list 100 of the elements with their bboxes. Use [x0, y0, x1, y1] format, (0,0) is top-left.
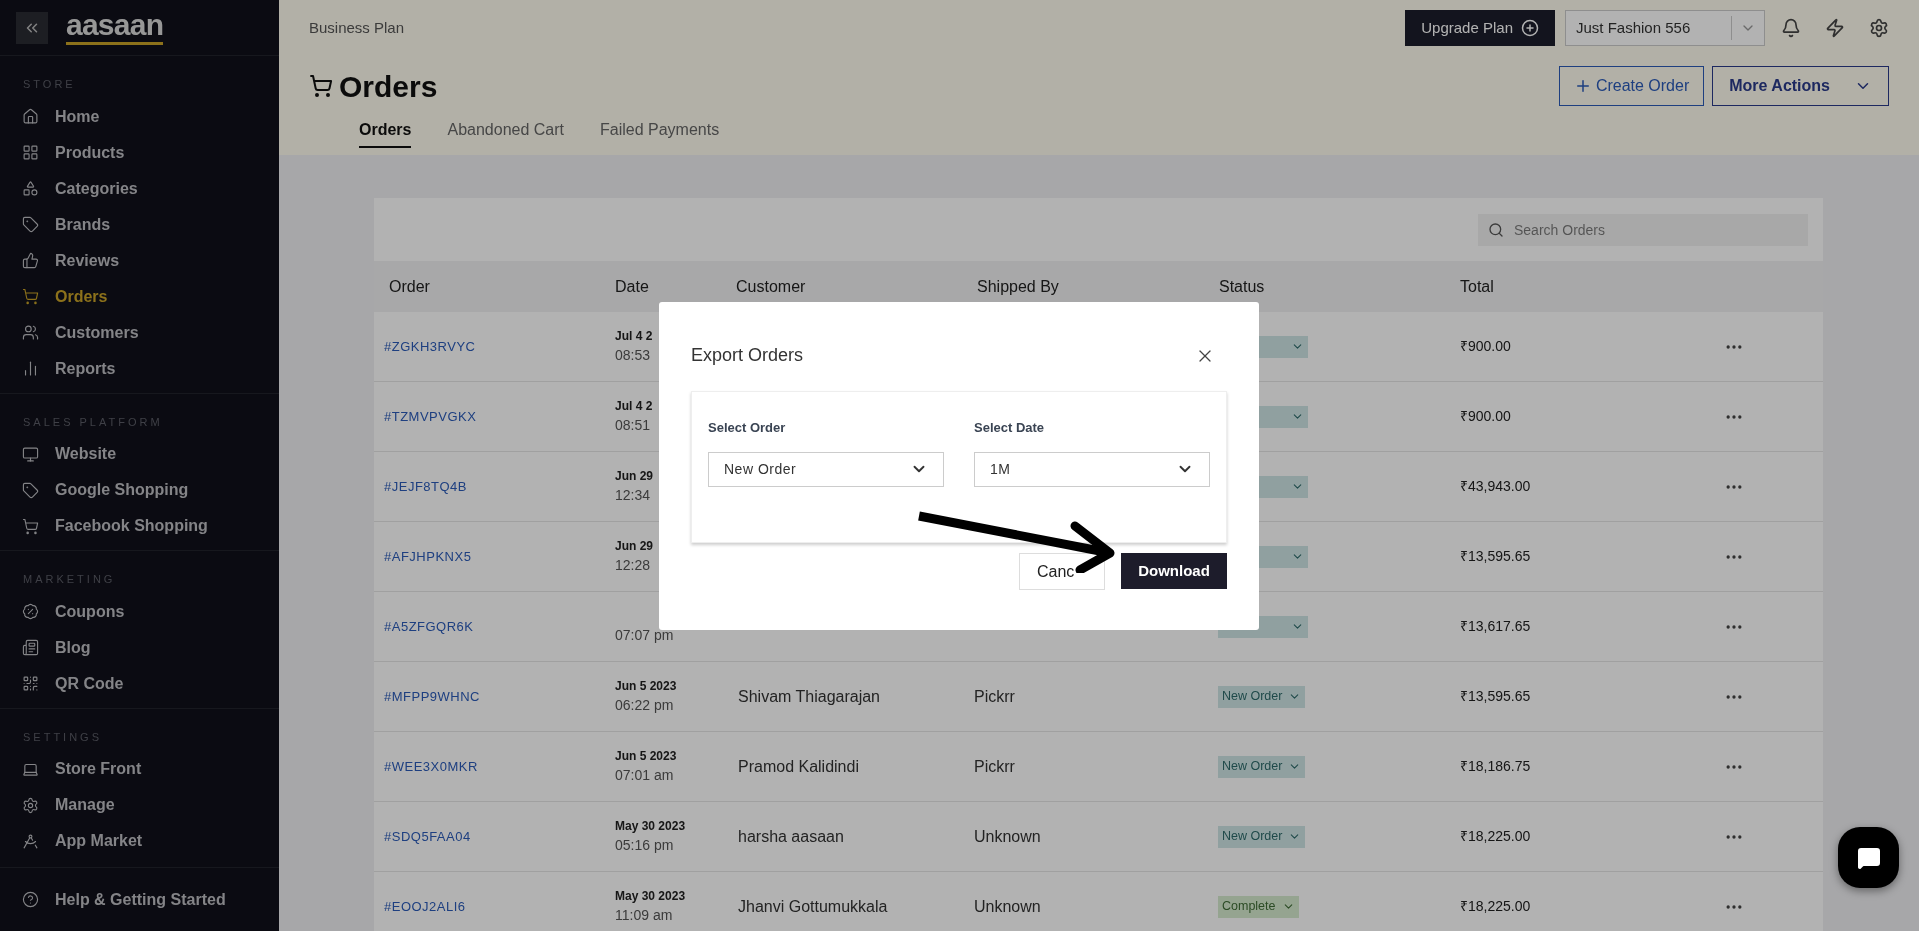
- sidebar-item[interactable]: Products: [0, 134, 279, 171]
- sidebar-item[interactable]: Categories: [0, 170, 279, 207]
- customer-name: Jhanvi Gottumukkala: [737, 896, 889, 917]
- order-date: May 30 2023: [615, 888, 686, 905]
- select-field[interactable]: New Order: [708, 451, 944, 487]
- coupon-icon: [22, 603, 39, 620]
- order-link[interactable]: #MFPP9WHNC: [384, 686, 610, 707]
- order-date: May 30 2023: [615, 818, 686, 835]
- sidebar-item[interactable]: Website: [0, 436, 279, 472]
- order-link[interactable]: #JEJF8TQ4B: [384, 476, 610, 497]
- order-link[interactable]: #A5ZFGQR6K: [384, 616, 610, 637]
- order-time: 06:22 pm: [615, 696, 674, 715]
- order-total: ₹13,595.65: [1459, 687, 1532, 706]
- shipper-name: Unknown: [973, 896, 1042, 917]
- settings-icon: [22, 796, 39, 814]
- page-title: Orders: [339, 68, 438, 105]
- sidebar-item[interactable]: QR Code: [0, 665, 279, 702]
- order-total: ₹13,595.65: [1459, 547, 1532, 566]
- sidebar-item[interactable]: Home: [0, 98, 279, 135]
- users-icon: [22, 324, 39, 341]
- order-link[interactable]: #TZMVPVGKX: [384, 406, 610, 427]
- sidebar-item[interactable]: Customers: [0, 314, 279, 351]
- field-label: Select Date: [974, 419, 1046, 437]
- status-dropdown[interactable]: Complete: [1218, 895, 1299, 918]
- monitor-icon: [22, 445, 39, 463]
- order-time: 08:53: [615, 346, 651, 365]
- chat-icon: [1856, 845, 1881, 870]
- customer-name: Pramod Kalidindi: [737, 756, 860, 777]
- select-field[interactable]: 1M: [974, 451, 1210, 487]
- tab[interactable]: Failed Payments: [600, 118, 720, 148]
- bell-icon[interactable]: [1781, 18, 1801, 38]
- order-link[interactable]: #EOOJ2ALI6: [384, 896, 610, 917]
- sidebar-item[interactable]: Reviews: [0, 242, 279, 279]
- logo[interactable]: aasaan: [66, 10, 164, 45]
- store-select[interactable]: Just Fashion 556: [1565, 10, 1765, 46]
- order-total: ₹18,186.75: [1459, 757, 1532, 776]
- chat-button[interactable]: [1838, 827, 1899, 888]
- dialog-title: Export Orders: [691, 344, 804, 367]
- shipper-name: Pickrr: [973, 756, 1016, 777]
- help-link[interactable]: Help & Getting Started: [0, 887, 248, 912]
- compass-icon: [22, 832, 39, 850]
- order-link[interactable]: #ZGKH3RVYC: [384, 336, 610, 357]
- bar-chart-icon: [22, 360, 39, 377]
- status-dropdown[interactable]: New Order: [1218, 825, 1306, 848]
- order-date: Jun 29: [615, 468, 653, 485]
- sidebar-item[interactable]: Manage: [0, 787, 279, 823]
- status-dropdown[interactable]: New Order: [1218, 755, 1306, 778]
- column-header: Date: [615, 276, 650, 297]
- search-icon: [1488, 221, 1504, 238]
- sidebar-item[interactable]: Coupons: [0, 593, 279, 630]
- order-total: ₹18,225.00: [1459, 897, 1532, 916]
- customer-name: harsha aasaan: [737, 826, 845, 847]
- column-header: Customer: [736, 276, 807, 297]
- sidebar-item[interactable]: Brands: [0, 206, 279, 243]
- download-button[interactable]: Download: [1121, 553, 1227, 589]
- tag-icon: [22, 481, 39, 499]
- document-icon: [22, 639, 39, 656]
- grid-icon: [22, 144, 39, 161]
- cancel-button[interactable]: Canc: [1019, 553, 1105, 590]
- sidebar-item[interactable]: App Market: [0, 823, 279, 859]
- create-order-button[interactable]: Create Order: [1558, 66, 1705, 106]
- order-time: 12:34: [615, 486, 651, 505]
- sidebar-item[interactable]: Orders: [0, 278, 279, 315]
- home-icon: [22, 108, 39, 125]
- tab[interactable]: Abandoned Cart: [447, 118, 564, 148]
- sidebar-item[interactable]: Google Shopping: [0, 472, 279, 508]
- upgrade-plan-button[interactable]: Upgrade Plan: [1405, 10, 1555, 46]
- order-time: 12:28: [615, 556, 651, 575]
- sidebar-item[interactable]: Facebook Shopping: [0, 508, 279, 544]
- order-total: ₹43,943.00: [1459, 477, 1532, 496]
- more-actions-button[interactable]: More Actions: [1712, 66, 1889, 106]
- settings-icon[interactable]: [1869, 18, 1889, 38]
- status-dropdown[interactable]: New Order: [1218, 685, 1306, 708]
- column-header: Status: [1219, 276, 1266, 297]
- order-time: 05:16 pm: [615, 836, 674, 855]
- cart-icon: [22, 517, 39, 535]
- order-total: ₹900.00: [1459, 337, 1512, 356]
- cart-icon: [309, 74, 333, 98]
- order-date: Jun 5 2023: [615, 678, 677, 695]
- order-link[interactable]: #WEE3X0MKR: [384, 756, 610, 777]
- order-date: Jun 5 2023: [615, 748, 677, 765]
- plan-label: Business Plan: [309, 17, 405, 38]
- lightning-icon[interactable]: [1825, 18, 1845, 38]
- tab[interactable]: Orders: [359, 118, 412, 148]
- help-icon: [22, 891, 39, 908]
- qr-code-icon: [22, 675, 39, 692]
- search-field[interactable]: Search Orders: [1478, 213, 1808, 246]
- sidebar-item[interactable]: Reports: [0, 350, 279, 387]
- collapse-button[interactable]: [16, 11, 48, 44]
- order-time: 11:09 am: [615, 906, 673, 925]
- order-time: 07:01 am: [615, 766, 674, 785]
- sidebar-item[interactable]: Blog: [0, 629, 279, 666]
- column-header: Order: [389, 276, 431, 297]
- order-link[interactable]: #AFJHPKNX5: [384, 546, 610, 567]
- order-time: 07:07 pm: [615, 626, 674, 645]
- cart-icon: [22, 288, 39, 305]
- order-date: Jul 4 2: [615, 398, 653, 415]
- order-link[interactable]: #SDQ5FAA04: [384, 826, 610, 847]
- sidebar-item[interactable]: Store Front: [0, 751, 279, 787]
- order-total: ₹18,225.00: [1459, 827, 1532, 846]
